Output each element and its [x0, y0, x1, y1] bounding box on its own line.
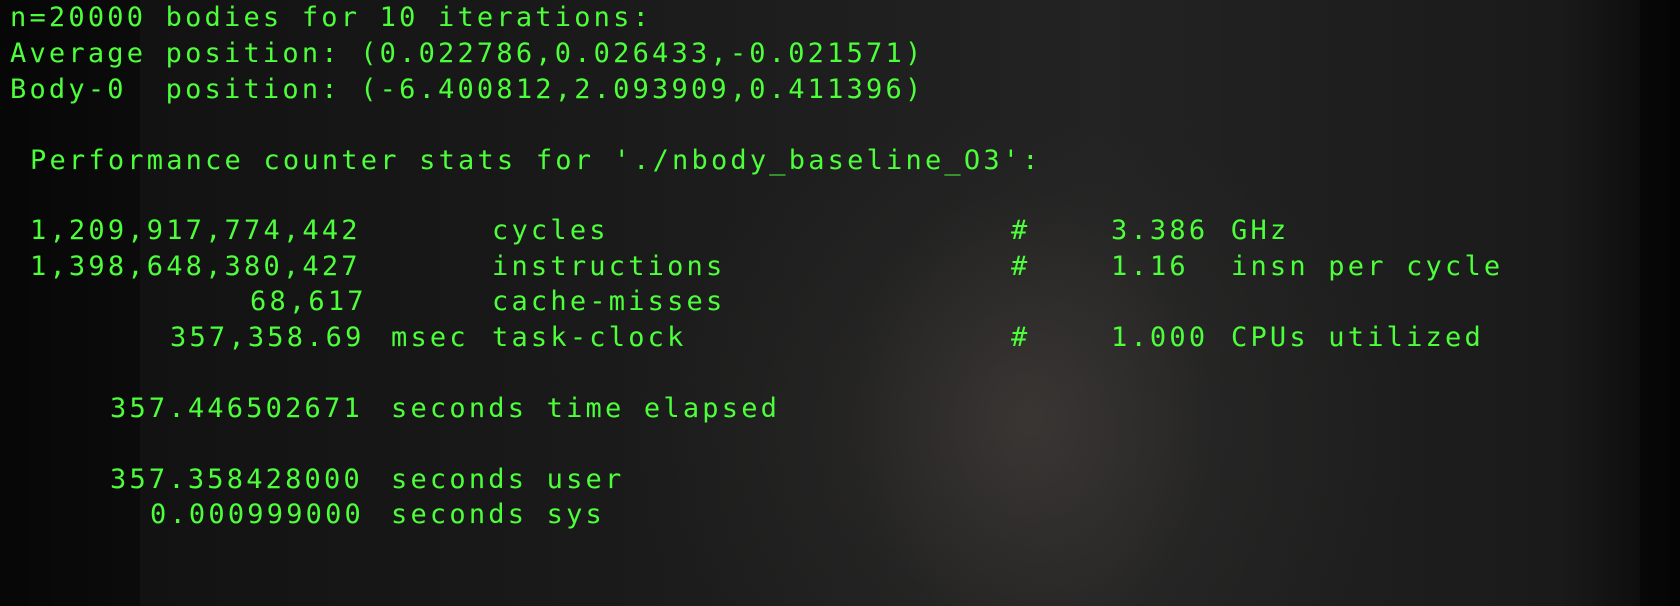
- user-time-line: 357.358428000 seconds user: [0, 462, 1680, 498]
- sys-time-value: 0.000999000: [150, 499, 365, 530]
- counter-event: instructions: [492, 251, 726, 282]
- terminal-output: n=20000 bodies for 10 iterations: Averag…: [0, 0, 1680, 606]
- counter-value: 68,617: [250, 286, 367, 317]
- counter-metric-unit: GHz: [1231, 215, 1290, 246]
- counter-metric-value: 1.000: [1111, 322, 1209, 353]
- terminal-window[interactable]: n=20000 bodies for 10 iterations: Averag…: [0, 0, 1680, 606]
- counter-hash: #: [1011, 251, 1031, 282]
- sys-time-line: 0.000999000 seconds sys: [0, 497, 1680, 533]
- body0-position-line: Body-0 position: (-6.400812,2.093909,0.4…: [10, 74, 925, 105]
- sys-time-label: seconds sys: [391, 499, 606, 530]
- counter-row: 68,617 cache-misses: [0, 284, 1680, 320]
- counter-metric-unit: insn per cycle: [1231, 251, 1504, 282]
- run-info-line: n=20000 bodies for 10 iterations:: [10, 2, 653, 33]
- counter-metric-value: 1.16: [1111, 251, 1189, 282]
- elapsed-line: 357.446502671 seconds time elapsed: [0, 391, 1680, 427]
- user-time-value: 357.358428000: [110, 464, 363, 495]
- counter-metric-value: 3.386: [1111, 215, 1209, 246]
- counter-value: 1,398,648,380,427: [30, 251, 361, 282]
- perf-title-line: Performance counter stats for './nbody_b…: [30, 145, 1042, 176]
- counter-value: 357,358.69: [170, 322, 365, 353]
- counter-metric-unit: CPUs utilized: [1231, 322, 1484, 353]
- counter-event: cache-misses: [492, 286, 726, 317]
- counter-event: cycles: [492, 215, 609, 246]
- counter-row: 1,209,917,774,442 cycles # 3.386 GHz: [0, 213, 1680, 249]
- counter-hash: #: [1011, 322, 1031, 353]
- counter-unit: msec: [391, 322, 469, 353]
- counter-hash: #: [1011, 215, 1031, 246]
- elapsed-value: 357.446502671: [110, 393, 363, 424]
- elapsed-label: seconds time elapsed: [391, 393, 781, 424]
- counter-row: 1,398,648,380,427 instructions # 1.16 in…: [0, 249, 1680, 285]
- user-time-label: seconds user: [391, 464, 625, 495]
- counter-value: 1,209,917,774,442: [30, 215, 361, 246]
- counter-event: task-clock: [492, 322, 687, 353]
- counter-row: 357,358.69 msec task-clock # 1.000 CPUs …: [0, 320, 1680, 356]
- average-position-line: Average position: (0.022786,0.026433,-0.…: [10, 38, 925, 69]
